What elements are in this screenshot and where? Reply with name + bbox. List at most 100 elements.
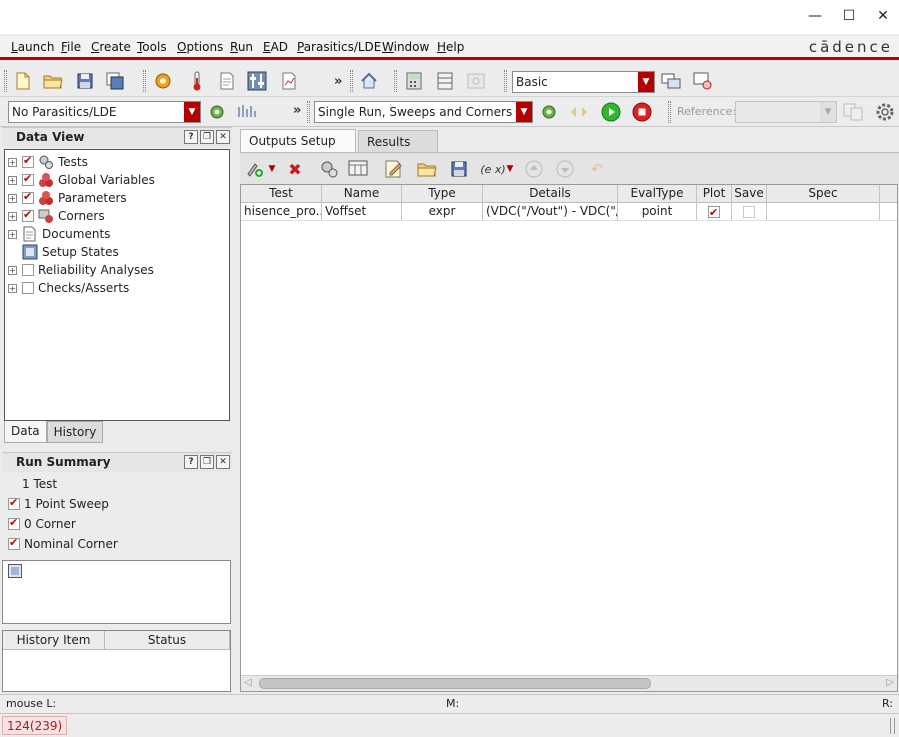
column-history-item[interactable]: History Item — [3, 631, 105, 649]
temperature-icon[interactable] — [186, 70, 208, 92]
float-button[interactable]: ❐ — [200, 130, 214, 144]
run-simulation-icon[interactable] — [600, 101, 622, 123]
menu-file[interactable]: File — [61, 40, 81, 54]
edit-document-icon[interactable] — [383, 158, 405, 180]
save-icon[interactable] — [448, 158, 470, 180]
column-status[interactable]: Status — [105, 631, 230, 649]
delete-icon[interactable]: ✖ — [284, 158, 306, 180]
cell-name[interactable]: Voffset — [322, 203, 402, 221]
tab-data[interactable]: Data — [4, 421, 47, 443]
column-spec[interactable]: Spec — [767, 185, 880, 203]
menu-parasitics[interactable]: Parasitics/LDE — [297, 40, 381, 54]
home-icon[interactable] — [358, 70, 380, 92]
column-type[interactable]: Type — [402, 185, 483, 203]
document-list-icon[interactable] — [216, 70, 238, 92]
parameters-editor-icon[interactable] — [246, 70, 268, 92]
tests-checkbox[interactable] — [22, 154, 34, 168]
toolbar-grip[interactable] — [668, 101, 671, 123]
tree-item-parameters[interactable]: + Parameters — [5, 189, 127, 207]
toolbar-grip[interactable] — [350, 70, 353, 92]
scroll-left-icon[interactable]: ◁ — [244, 677, 252, 688]
cell-evaltype[interactable]: point — [618, 203, 697, 221]
menu-window[interactable]: Window — [382, 40, 429, 54]
stop-simulation-icon[interactable] — [631, 101, 653, 123]
calculator-icon[interactable] — [403, 70, 425, 92]
nominal-corner-checkbox[interactable] — [8, 536, 20, 550]
column-evaltype[interactable]: EvalType — [618, 185, 697, 203]
open-folder-icon[interactable] — [416, 158, 438, 180]
scrollbar-thumb[interactable] — [259, 678, 651, 689]
tree-item-tests[interactable]: + Tests — [5, 153, 88, 171]
help-button[interactable]: ? — [184, 130, 198, 144]
setup-gear-icon[interactable] — [152, 70, 174, 92]
save-as-icon[interactable] — [104, 70, 126, 92]
table-row[interactable]: hisence_pro... Voffset expr (VDC("/Vout"… — [241, 203, 897, 221]
chevron-down-icon[interactable]: ▼ — [504, 158, 516, 180]
checks-asserts-checkbox[interactable] — [22, 282, 34, 294]
cell-details[interactable]: (VDC("/Vout") - VDC("/V... — [483, 203, 618, 221]
compare-icon[interactable] — [842, 101, 864, 123]
close-panel-button[interactable]: ✕ — [216, 130, 230, 144]
point-sweep-checkbox[interactable] — [8, 496, 20, 510]
expand-icon[interactable]: + — [8, 229, 17, 239]
close-panel-button[interactable]: ✕ — [216, 455, 230, 469]
tab-outputs-setup[interactable]: Outputs Setup — [240, 129, 356, 152]
tree-item-corners[interactable]: + Corners — [5, 207, 105, 225]
plot-checkbox[interactable] — [708, 204, 720, 221]
output-settings-icon[interactable] — [318, 158, 340, 180]
new-document-icon[interactable] — [12, 70, 34, 92]
settings-gear-icon[interactable] — [874, 101, 896, 123]
float-button[interactable]: ❐ — [200, 455, 214, 469]
run-mode-select[interactable]: Single Run, Sweeps and Corners ▼ — [314, 101, 533, 123]
toolbar-overflow-button[interactable]: » — [334, 74, 342, 89]
tree-item-setup-states[interactable]: Setup States — [22, 243, 119, 261]
mode-select[interactable]: Basic ▼ — [512, 71, 655, 93]
undo-icon[interactable]: ↶ — [586, 158, 608, 180]
add-output-icon[interactable] — [244, 158, 266, 180]
waveform-icon[interactable] — [236, 101, 258, 123]
menu-launch[interactable]: Launch — [11, 40, 54, 54]
resize-grip[interactable] — [890, 718, 895, 734]
window-view-icon[interactable] — [692, 70, 714, 92]
cell-type[interactable]: expr — [402, 203, 483, 221]
tree-item-global-variables[interactable]: + Global Variables — [5, 171, 155, 189]
tree-item-checks-asserts[interactable]: + Checks/Asserts — [5, 279, 129, 297]
menu-tools[interactable]: Tools — [137, 40, 167, 54]
column-name[interactable]: Name — [322, 185, 402, 203]
expand-icon[interactable]: + — [8, 157, 17, 167]
open-folder-icon[interactable] — [42, 70, 64, 92]
column-config-icon[interactable] — [348, 158, 370, 180]
column-save[interactable]: Save — [732, 185, 767, 203]
expand-icon[interactable]: + — [8, 265, 17, 275]
parasitics-settings-icon[interactable] — [206, 101, 228, 123]
maximize-button[interactable]: ☐ — [839, 6, 859, 26]
expand-icon[interactable]: + — [8, 283, 17, 293]
reference-select[interactable]: ▼ — [735, 101, 837, 123]
tree-item-documents[interactable]: + Documents — [5, 225, 110, 243]
corners-checkbox[interactable] — [22, 208, 34, 222]
menu-options[interactable]: Options — [177, 40, 223, 54]
scroll-right-icon[interactable]: ▷ — [886, 677, 894, 688]
expand-icon[interactable]: + — [8, 211, 17, 221]
tab-results[interactable]: Results — [358, 130, 438, 153]
history-item-icon[interactable] — [8, 564, 22, 578]
move-up-icon[interactable] — [523, 158, 545, 180]
toolbar-grip[interactable] — [307, 101, 310, 123]
expand-icon[interactable]: + — [8, 193, 17, 203]
save-icon[interactable] — [74, 70, 96, 92]
reliability-analyses-checkbox[interactable] — [22, 264, 34, 276]
menu-run[interactable]: Run — [230, 40, 253, 54]
column-plot[interactable]: Plot — [697, 185, 732, 203]
close-button[interactable]: ✕ — [873, 6, 893, 26]
disabled-view-icon[interactable] — [465, 70, 487, 92]
toolbar-grip[interactable] — [4, 70, 7, 92]
menu-create[interactable]: Create — [91, 40, 131, 54]
column-details[interactable]: Details — [483, 185, 618, 203]
cell-spec[interactable] — [767, 203, 880, 221]
report-icon[interactable] — [278, 70, 300, 92]
toolbar-overflow-button[interactable]: » — [293, 103, 301, 118]
parameters-checkbox[interactable] — [22, 190, 34, 204]
corner-checkbox[interactable] — [8, 516, 20, 530]
save-checkbox[interactable] — [743, 206, 755, 218]
window-switch-icon[interactable] — [660, 70, 682, 92]
